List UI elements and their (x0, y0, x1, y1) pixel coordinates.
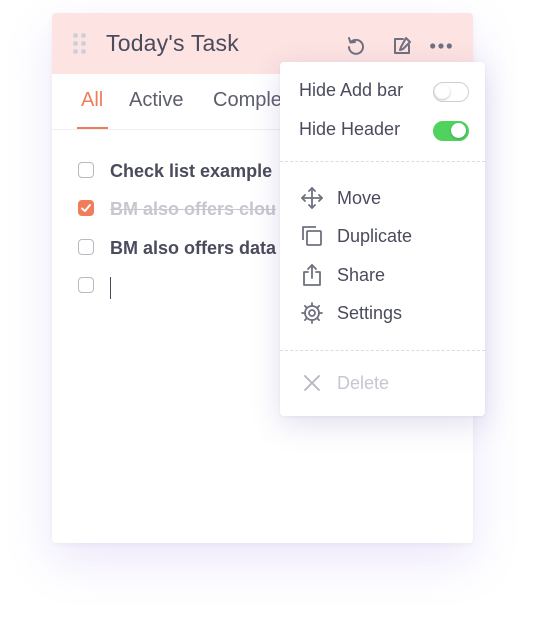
menu-item-delete: Delete (280, 367, 485, 397)
menu-divider (280, 161, 485, 162)
card-title: Today's Task (106, 30, 239, 56)
close-icon (300, 371, 324, 395)
share-icon (300, 263, 324, 287)
edit-note-icon[interactable] (390, 34, 414, 58)
task-checkbox[interactable] (78, 277, 94, 293)
task-checkbox[interactable] (78, 239, 94, 255)
refresh-icon[interactable] (344, 34, 368, 58)
tab-completed[interactable]: Comple (213, 89, 282, 112)
hide-add-bar-row[interactable]: Hide Add bar (280, 74, 485, 104)
move-icon (300, 186, 324, 210)
settings-label: Settings (337, 303, 403, 323)
menu-divider (280, 350, 485, 351)
gear-icon (300, 301, 324, 325)
options-menu: Hide Add bar Hide Header Move Duplicate (280, 62, 485, 416)
menu-item-move[interactable]: Move (280, 182, 485, 212)
task-checkbox[interactable] (78, 162, 94, 178)
task-text: BM also offers clou (110, 199, 277, 219)
hide-add-bar-toggle[interactable] (433, 82, 469, 102)
duplicate-icon (300, 224, 324, 248)
tab-active[interactable]: Active (129, 89, 183, 112)
delete-label: Delete (337, 373, 390, 393)
drag-handle-icon[interactable] (73, 33, 87, 55)
text-caret (110, 277, 111, 299)
more-icon[interactable] (429, 34, 453, 58)
task-text: Check list example (110, 161, 273, 181)
hide-header-toggle[interactable] (433, 121, 469, 141)
task-text: BM also offers data (110, 238, 277, 258)
hide-add-bar-label: Hide Add bar (299, 80, 404, 100)
tab-all[interactable]: All (81, 89, 103, 112)
task-checkbox[interactable] (78, 200, 94, 216)
hide-header-row[interactable]: Hide Header (280, 113, 485, 143)
duplicate-label: Duplicate (337, 226, 413, 246)
tab-underline (77, 127, 108, 129)
menu-item-share[interactable]: Share (280, 259, 485, 289)
menu-item-duplicate[interactable]: Duplicate (280, 220, 485, 250)
move-label: Move (337, 188, 382, 208)
hide-header-label: Hide Header (299, 119, 401, 139)
check-icon (81, 204, 91, 212)
menu-item-settings[interactable]: Settings (280, 297, 485, 327)
share-label: Share (337, 265, 386, 285)
